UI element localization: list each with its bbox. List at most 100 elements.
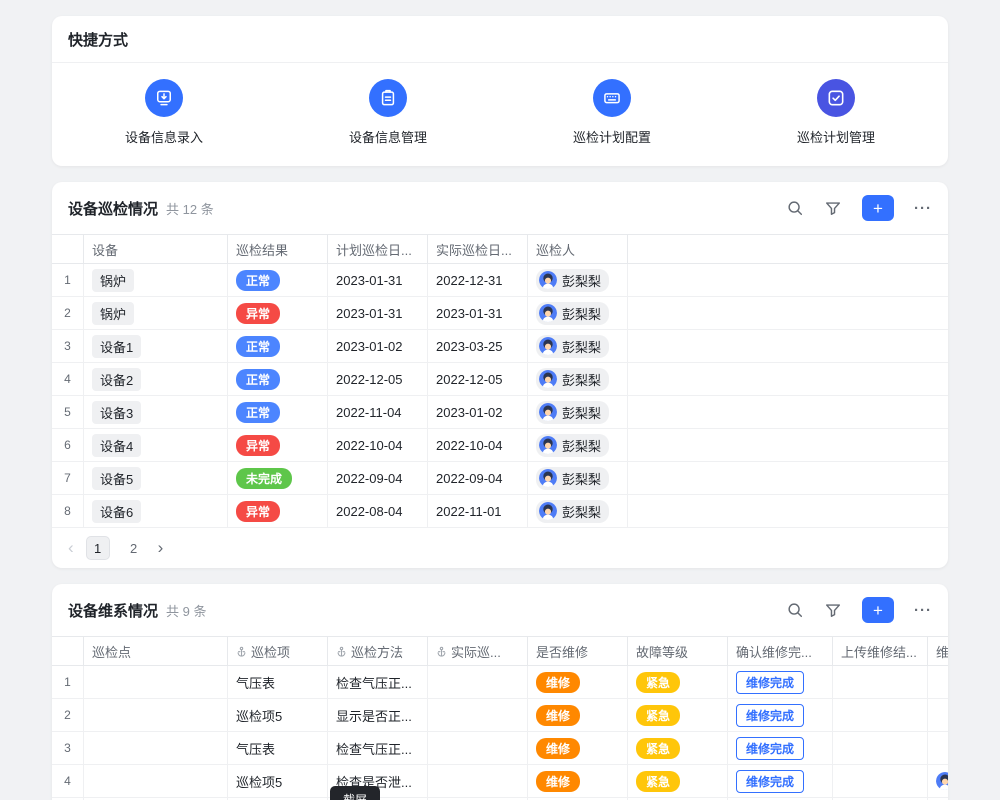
actual-inspection-cell[interactable] [428,666,528,698]
filter-icon[interactable] [824,199,842,217]
inspection-point-cell[interactable] [84,765,228,797]
result-cell[interactable]: 正常 [228,363,328,395]
inspection-item-cell[interactable]: 气压表 [228,732,328,764]
planned-date-cell[interactable]: 2023-01-31 [328,264,428,296]
search-icon[interactable] [786,199,804,217]
upload-result-cell[interactable] [833,666,928,698]
inspection-method-cell[interactable]: 显示是否正... [328,699,428,731]
confirm-repair-cell[interactable]: 维修完成 [728,765,833,797]
actual-date-cell[interactable]: 2022-12-31 [428,264,528,296]
actual-inspection-cell[interactable] [428,732,528,764]
inspector-cell[interactable]: 彭梨梨 [528,330,628,362]
fault-level-cell[interactable]: 紧急 [628,666,728,698]
actual-date-cell[interactable]: 2023-01-31 [428,297,528,329]
inspector-cell[interactable]: 彭梨梨 [528,297,628,329]
repair-person-cell[interactable] [928,732,948,764]
confirm-repair-cell[interactable]: 维修完成 [728,666,833,698]
inspector-cell[interactable]: 彭梨梨 [528,396,628,428]
confirm-repair-cell[interactable]: 维修完成 [728,699,833,731]
confirm-repair-button[interactable]: 维修完成 [736,704,804,727]
confirm-repair-button[interactable]: 维修完成 [736,671,804,694]
shortcut-item-0[interactable]: 设备信息录入 [52,79,276,146]
column-header[interactable]: 巡检方法 [328,637,428,665]
planned-date-cell[interactable]: 2022-09-04 [328,462,428,494]
inspection-method-cell[interactable]: 检查气压正... [328,666,428,698]
column-header[interactable]: 设备 [84,235,228,263]
actual-date-cell[interactable]: 2022-12-05 [428,363,528,395]
result-cell[interactable]: 正常 [228,264,328,296]
planned-date-cell[interactable]: 2022-11-04 [328,396,428,428]
planned-date-cell[interactable]: 2022-10-04 [328,429,428,461]
device-cell[interactable]: 锅炉 [84,297,228,329]
repair-cell[interactable]: 维修 [528,699,628,731]
result-cell[interactable]: 未完成 [228,462,328,494]
upload-result-cell[interactable] [833,699,928,731]
result-cell[interactable]: 异常 [228,297,328,329]
column-header[interactable]: 确认维修完... [728,637,833,665]
actual-date-cell[interactable]: 2022-11-01 [428,495,528,527]
repair-person-cell[interactable] [928,666,948,698]
column-header[interactable]: 巡检项 [228,637,328,665]
column-header[interactable]: 故障等级 [628,637,728,665]
inspection-item-cell[interactable]: 巡检项5 [228,765,328,797]
result-cell[interactable]: 正常 [228,330,328,362]
column-header[interactable] [52,235,84,263]
confirm-repair-cell[interactable]: 维修完成 [728,732,833,764]
inspector-cell[interactable]: 彭梨梨 [528,264,628,296]
inspection-point-cell[interactable] [84,699,228,731]
device-cell[interactable]: 设备6 [84,495,228,527]
device-cell[interactable]: 设备1 [84,330,228,362]
actual-inspection-cell[interactable] [428,699,528,731]
inspector-cell[interactable]: 彭梨梨 [528,462,628,494]
column-header[interactable]: 维... [928,637,948,665]
planned-date-cell[interactable]: 2023-01-02 [328,330,428,362]
device-cell[interactable]: 锅炉 [84,264,228,296]
pagination-prev-icon[interactable]: ‹ [68,538,74,558]
upload-result-cell[interactable] [833,732,928,764]
search-icon[interactable] [786,601,804,619]
actual-date-cell[interactable]: 2022-10-04 [428,429,528,461]
confirm-repair-button[interactable]: 维修完成 [736,737,804,760]
inspector-cell[interactable]: 彭梨梨 [528,429,628,461]
inspector-cell[interactable]: 彭梨梨 [528,495,628,527]
column-header[interactable]: 巡检人 [528,235,628,263]
repair-person-cell[interactable] [928,765,948,797]
fault-level-cell[interactable]: 紧急 [628,765,728,797]
device-cell[interactable]: 设备5 [84,462,228,494]
actual-inspection-cell[interactable] [428,765,528,797]
inspection-method-cell[interactable]: 检查气压正... [328,732,428,764]
inspection-item-cell[interactable]: 气压表 [228,666,328,698]
confirm-repair-button[interactable]: 维修完成 [736,770,804,793]
planned-date-cell[interactable]: 2023-01-31 [328,297,428,329]
column-header[interactable]: 计划巡检日... [328,235,428,263]
repair-person-cell[interactable] [928,699,948,731]
shortcut-item-2[interactable]: 巡检计划配置 [500,79,724,146]
device-cell[interactable]: 设备3 [84,396,228,428]
fault-level-cell[interactable]: 紧急 [628,699,728,731]
repair-cell[interactable]: 维修 [528,765,628,797]
actual-date-cell[interactable]: 2023-03-25 [428,330,528,362]
device-cell[interactable]: 设备2 [84,363,228,395]
add-record-button[interactable]: + [862,195,894,221]
pagination-page-2[interactable]: 2 [122,536,146,560]
actual-date-cell[interactable]: 2022-09-04 [428,462,528,494]
column-header[interactable]: 实际巡检日... [428,235,528,263]
actual-date-cell[interactable]: 2023-01-02 [428,396,528,428]
device-cell[interactable]: 设备4 [84,429,228,461]
column-header[interactable]: 上传维修结... [833,637,928,665]
more-options-icon[interactable]: ··· [914,602,932,619]
column-header[interactable]: 巡检结果 [228,235,328,263]
pagination-page-1[interactable]: 1 [86,536,110,560]
filter-icon[interactable] [824,601,842,619]
more-options-icon[interactable]: ··· [914,200,932,217]
pagination-next-icon[interactable]: › [158,538,164,558]
add-record-button[interactable]: + [862,597,894,623]
planned-date-cell[interactable]: 2022-12-05 [328,363,428,395]
result-cell[interactable]: 异常 [228,495,328,527]
inspection-point-cell[interactable] [84,732,228,764]
result-cell[interactable]: 异常 [228,429,328,461]
planned-date-cell[interactable]: 2022-08-04 [328,495,428,527]
column-header[interactable] [52,637,84,665]
shortcut-item-1[interactable]: 设备信息管理 [276,79,500,146]
column-header[interactable]: 巡检点 [84,637,228,665]
